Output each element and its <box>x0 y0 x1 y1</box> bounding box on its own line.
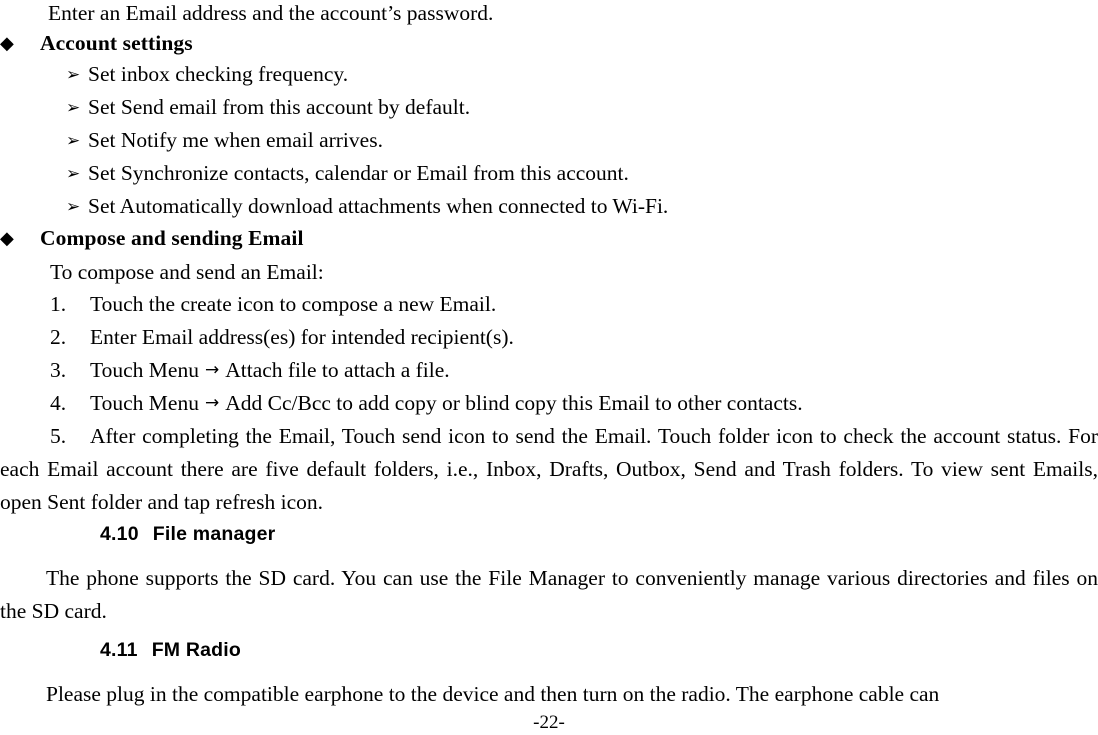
section-title: File manager <box>152 523 276 545</box>
paragraph-text: Please plug in the compatible earphone t… <box>46 682 940 706</box>
list-item-label: After completing the Email, Touch send i… <box>0 424 1098 514</box>
list-item-label-before-arrow: Touch Menu <box>90 358 199 382</box>
list-item-label: Touch the create icon to compose a new E… <box>90 292 497 316</box>
diamond-bullet-icon: ◆ <box>0 228 14 249</box>
section-number: 4.10 <box>100 523 139 545</box>
list-item-label-after-arrow: Attach file to attach a file. <box>225 358 450 382</box>
list-item: ➢ Set Notify me when email arrives. <box>66 124 383 159</box>
list-item-number: 4. <box>50 391 67 415</box>
list-item-label: Set Send email from this account by defa… <box>88 95 471 119</box>
heading-compose-email-label: Compose and sending Email <box>40 226 304 250</box>
list-item-number: 2. <box>50 325 67 349</box>
heading-account-settings-label: Account settings <box>40 31 193 55</box>
right-arrow-icon: → <box>204 360 220 380</box>
arrow-bullet-icon: ➢ <box>66 131 81 151</box>
heading-compose-email: ◆ Compose and sending Email <box>0 223 304 255</box>
numbered-list-item: 3. Touch Menu → Attach file to attach a … <box>50 354 450 389</box>
list-item: ➢ Set inbox checking frequency. <box>66 58 348 93</box>
page-number-footer: -22- <box>533 712 565 733</box>
list-item: ➢ Set Send email from this account by de… <box>66 91 470 126</box>
section-heading-fm-radio: 4.11 FM Radio <box>100 637 241 663</box>
list-item-label: Set Automatically download attachments w… <box>88 194 669 218</box>
diamond-bullet-icon: ◆ <box>0 33 14 54</box>
paragraph-text: The phone supports the SD card. You can … <box>0 566 1098 623</box>
section-heading-file-manager: 4.10 File manager <box>100 521 275 547</box>
intro-continuation-line: Enter an Email address and the account’s… <box>48 1 494 25</box>
list-item-label: Set inbox checking frequency. <box>88 62 349 86</box>
right-arrow-icon: → <box>204 393 220 413</box>
section-title: FM Radio <box>151 639 242 661</box>
list-item-number: 5. <box>50 424 67 448</box>
numbered-list-item: 2. Enter Email address(es) for intended … <box>50 321 514 354</box>
list-item-number: 1. <box>50 292 67 316</box>
numbered-list-item: 5. After completing the Email, Touch send… <box>0 420 1098 519</box>
list-item-label-after-arrow: Add Cc/Bcc to add copy or blind copy thi… <box>225 391 803 415</box>
paragraph-file-manager: The phone supports the SD card. You can … <box>0 562 1098 628</box>
arrow-bullet-icon: ➢ <box>66 65 81 85</box>
arrow-bullet-icon: ➢ <box>66 164 81 184</box>
list-item-label: Set Synchronize contacts, calendar or Em… <box>88 161 629 185</box>
paragraph-fm-radio: Please plug in the compatible earphone t… <box>0 678 1098 711</box>
list-item: ➢ Set Automatically download attachments… <box>66 190 668 225</box>
list-item-number: 3. <box>50 358 67 382</box>
list-item-label: Enter Email address(es) for intended rec… <box>90 325 514 349</box>
list-item-label-before-arrow: Touch Menu <box>90 391 199 415</box>
section-number: 4.11 <box>100 639 138 661</box>
numbered-list-item: 4. Touch Menu → Add Cc/Bcc to add copy o… <box>50 387 803 422</box>
document-page: Enter an Email address and the account’s… <box>0 0 1098 734</box>
list-item: ➢ Set Synchronize contacts, calendar or … <box>66 157 629 192</box>
arrow-bullet-icon: ➢ <box>66 98 81 118</box>
numbered-list-item: 1. Touch the create icon to compose a ne… <box>50 288 496 321</box>
list-item-label: Set Notify me when email arrives. <box>88 128 383 152</box>
arrow-bullet-icon: ➢ <box>66 197 81 217</box>
compose-lead-in-text: To compose and send an Email: <box>50 260 324 284</box>
heading-account-settings: ◆ Account settings <box>0 28 193 60</box>
